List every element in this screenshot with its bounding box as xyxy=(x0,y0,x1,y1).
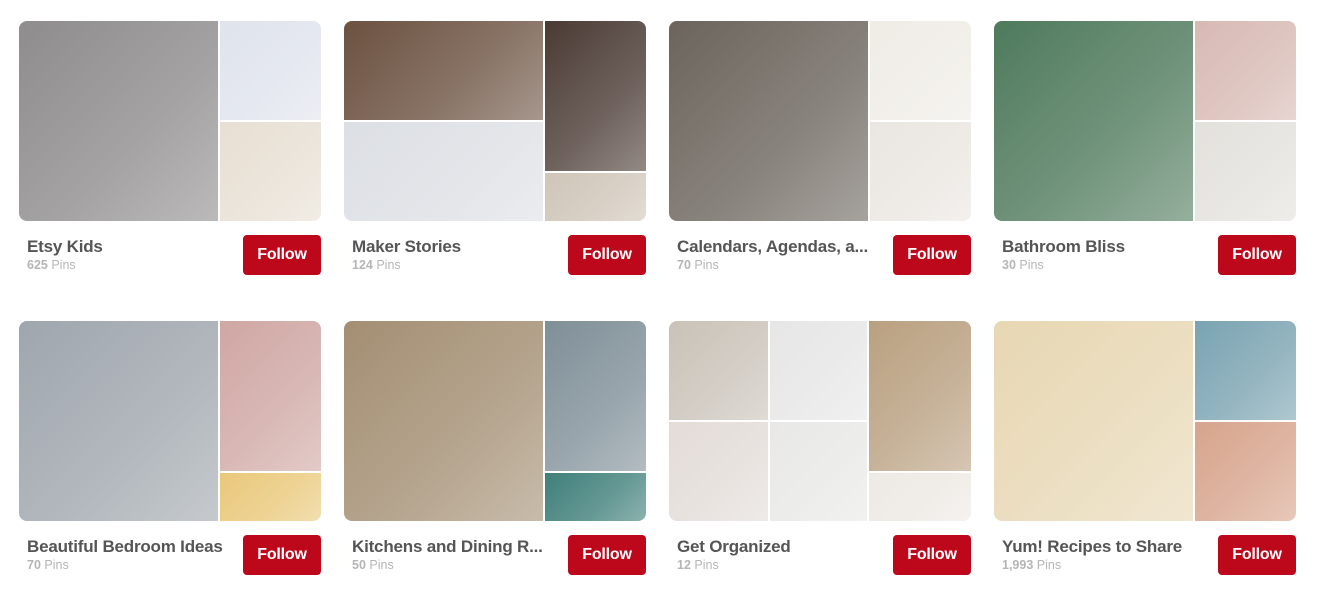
board-cover-image[interactable] xyxy=(545,321,646,471)
board-cover[interactable] xyxy=(344,21,646,221)
board-title[interactable]: Maker Stories xyxy=(352,237,560,257)
pin-count-number: 70 xyxy=(27,558,41,572)
board-pin-count: 70 Pins xyxy=(27,558,235,573)
pin-count-label: Pins xyxy=(51,258,76,272)
pin-count-number: 124 xyxy=(352,258,373,272)
board-cover-image[interactable] xyxy=(220,321,321,471)
board-cover-image[interactable] xyxy=(1195,21,1296,120)
pin-count-label: Pins xyxy=(44,558,69,572)
board-cover-image[interactable] xyxy=(869,321,971,471)
board-cover-image[interactable] xyxy=(870,122,971,221)
board-pin-count: 124 Pins xyxy=(352,258,560,273)
pin-count-number: 12 xyxy=(677,558,691,572)
board-meta: Get Organized 12 Pins xyxy=(677,537,885,573)
board-meta: Calendars, Agendas, a... 70 Pins xyxy=(677,237,885,273)
board-title[interactable]: Kitchens and Dining R... xyxy=(352,537,560,557)
board-meta: Kitchens and Dining R... 50 Pins xyxy=(352,537,560,573)
board-cover-image[interactable] xyxy=(770,321,867,420)
follow-button[interactable]: Follow xyxy=(243,235,321,275)
board-card-6[interactable]: Kitchens and Dining R... 50 Pins Follow xyxy=(344,321,646,581)
board-cover[interactable] xyxy=(19,21,321,221)
board-cover[interactable] xyxy=(669,321,971,521)
board-meta: Maker Stories 124 Pins xyxy=(352,237,560,273)
pin-count-number: 625 xyxy=(27,258,48,272)
board-pin-count: 70 Pins xyxy=(677,258,885,273)
board-card-5[interactable]: Beautiful Bedroom Ideas 70 Pins Follow xyxy=(19,321,321,581)
follow-button[interactable]: Follow xyxy=(893,535,971,575)
pin-count-label: Pins xyxy=(1019,258,1044,272)
board-cover-image[interactable] xyxy=(545,473,646,521)
board-cover-image[interactable] xyxy=(344,321,543,521)
board-cover-image[interactable] xyxy=(220,122,321,221)
board-cover-image[interactable] xyxy=(770,422,867,521)
pin-count-number: 30 xyxy=(1002,258,1016,272)
follow-button[interactable]: Follow xyxy=(893,235,971,275)
board-cover-image[interactable] xyxy=(545,21,646,171)
board-cover-image[interactable] xyxy=(220,21,321,120)
pin-count-label: Pins xyxy=(369,558,394,572)
pin-count-label: Pins xyxy=(1036,558,1062,572)
board-cover[interactable] xyxy=(669,21,971,221)
board-title[interactable]: Beautiful Bedroom Ideas xyxy=(27,537,235,557)
board-meta: Beautiful Bedroom Ideas 70 Pins xyxy=(27,537,235,573)
board-card-8[interactable]: Yum! Recipes to Share 1,993 Pins Follow xyxy=(994,321,1296,581)
board-cover-image[interactable] xyxy=(1195,321,1296,420)
board-cover-image[interactable] xyxy=(344,122,543,221)
pin-count-number: 1,993 xyxy=(1002,558,1034,572)
follow-button[interactable]: Follow xyxy=(568,535,646,575)
board-pin-count: 30 Pins xyxy=(1002,258,1210,273)
board-meta: Bathroom Bliss 30 Pins xyxy=(1002,237,1210,273)
board-title[interactable]: Etsy Kids xyxy=(27,237,235,257)
board-cover-image[interactable] xyxy=(994,321,1193,521)
pin-count-number: 50 xyxy=(352,558,366,572)
board-title[interactable]: Yum! Recipes to Share xyxy=(1002,537,1210,557)
board-card-3[interactable]: Calendars, Agendas, a... 70 Pins Follow xyxy=(669,21,971,281)
board-cover[interactable] xyxy=(994,21,1296,221)
follow-button[interactable]: Follow xyxy=(1218,235,1296,275)
board-cover-image[interactable] xyxy=(344,21,543,120)
follow-button[interactable]: Follow xyxy=(243,535,321,575)
board-cover-image[interactable] xyxy=(545,173,646,221)
board-cover-image[interactable] xyxy=(220,473,321,521)
follow-button[interactable]: Follow xyxy=(568,235,646,275)
board-cover-image[interactable] xyxy=(669,422,768,521)
board-card-4[interactable]: Bathroom Bliss 30 Pins Follow xyxy=(994,21,1296,281)
board-pin-count: 625 Pins xyxy=(27,258,235,273)
board-pin-count: 1,993 Pins xyxy=(1002,558,1210,573)
board-title[interactable]: Bathroom Bliss xyxy=(1002,237,1210,257)
board-cover-image[interactable] xyxy=(1195,422,1296,521)
board-cover-image[interactable] xyxy=(1195,122,1296,221)
board-pin-count: 12 Pins xyxy=(677,558,885,573)
board-title[interactable]: Calendars, Agendas, a... xyxy=(677,237,885,257)
board-cover-image[interactable] xyxy=(19,321,218,521)
board-cover[interactable] xyxy=(994,321,1296,521)
board-card-7[interactable]: Get Organized 12 Pins Follow xyxy=(669,321,971,581)
board-title[interactable]: Get Organized xyxy=(677,537,885,557)
board-pin-count: 50 Pins xyxy=(352,558,560,573)
board-card-2[interactable]: Maker Stories 124 Pins Follow xyxy=(344,21,646,281)
board-card-1[interactable]: Etsy Kids 625 Pins Follow xyxy=(19,21,321,281)
board-meta: Yum! Recipes to Share 1,993 Pins xyxy=(1002,537,1210,573)
pin-count-label: Pins xyxy=(694,558,719,572)
pin-count-label: Pins xyxy=(376,258,401,272)
follow-button[interactable]: Follow xyxy=(1218,535,1296,575)
board-cover-image[interactable] xyxy=(19,21,218,221)
board-cover[interactable] xyxy=(344,321,646,521)
board-cover-image[interactable] xyxy=(870,21,971,120)
board-cover-image[interactable] xyxy=(669,21,868,221)
board-cover-image[interactable] xyxy=(669,321,768,420)
board-meta: Etsy Kids 625 Pins xyxy=(27,237,235,273)
board-cover[interactable] xyxy=(19,321,321,521)
pin-count-number: 70 xyxy=(677,258,691,272)
pin-count-label: Pins xyxy=(694,258,719,272)
board-cover-image[interactable] xyxy=(869,473,971,521)
board-cover-image[interactable] xyxy=(994,21,1193,221)
